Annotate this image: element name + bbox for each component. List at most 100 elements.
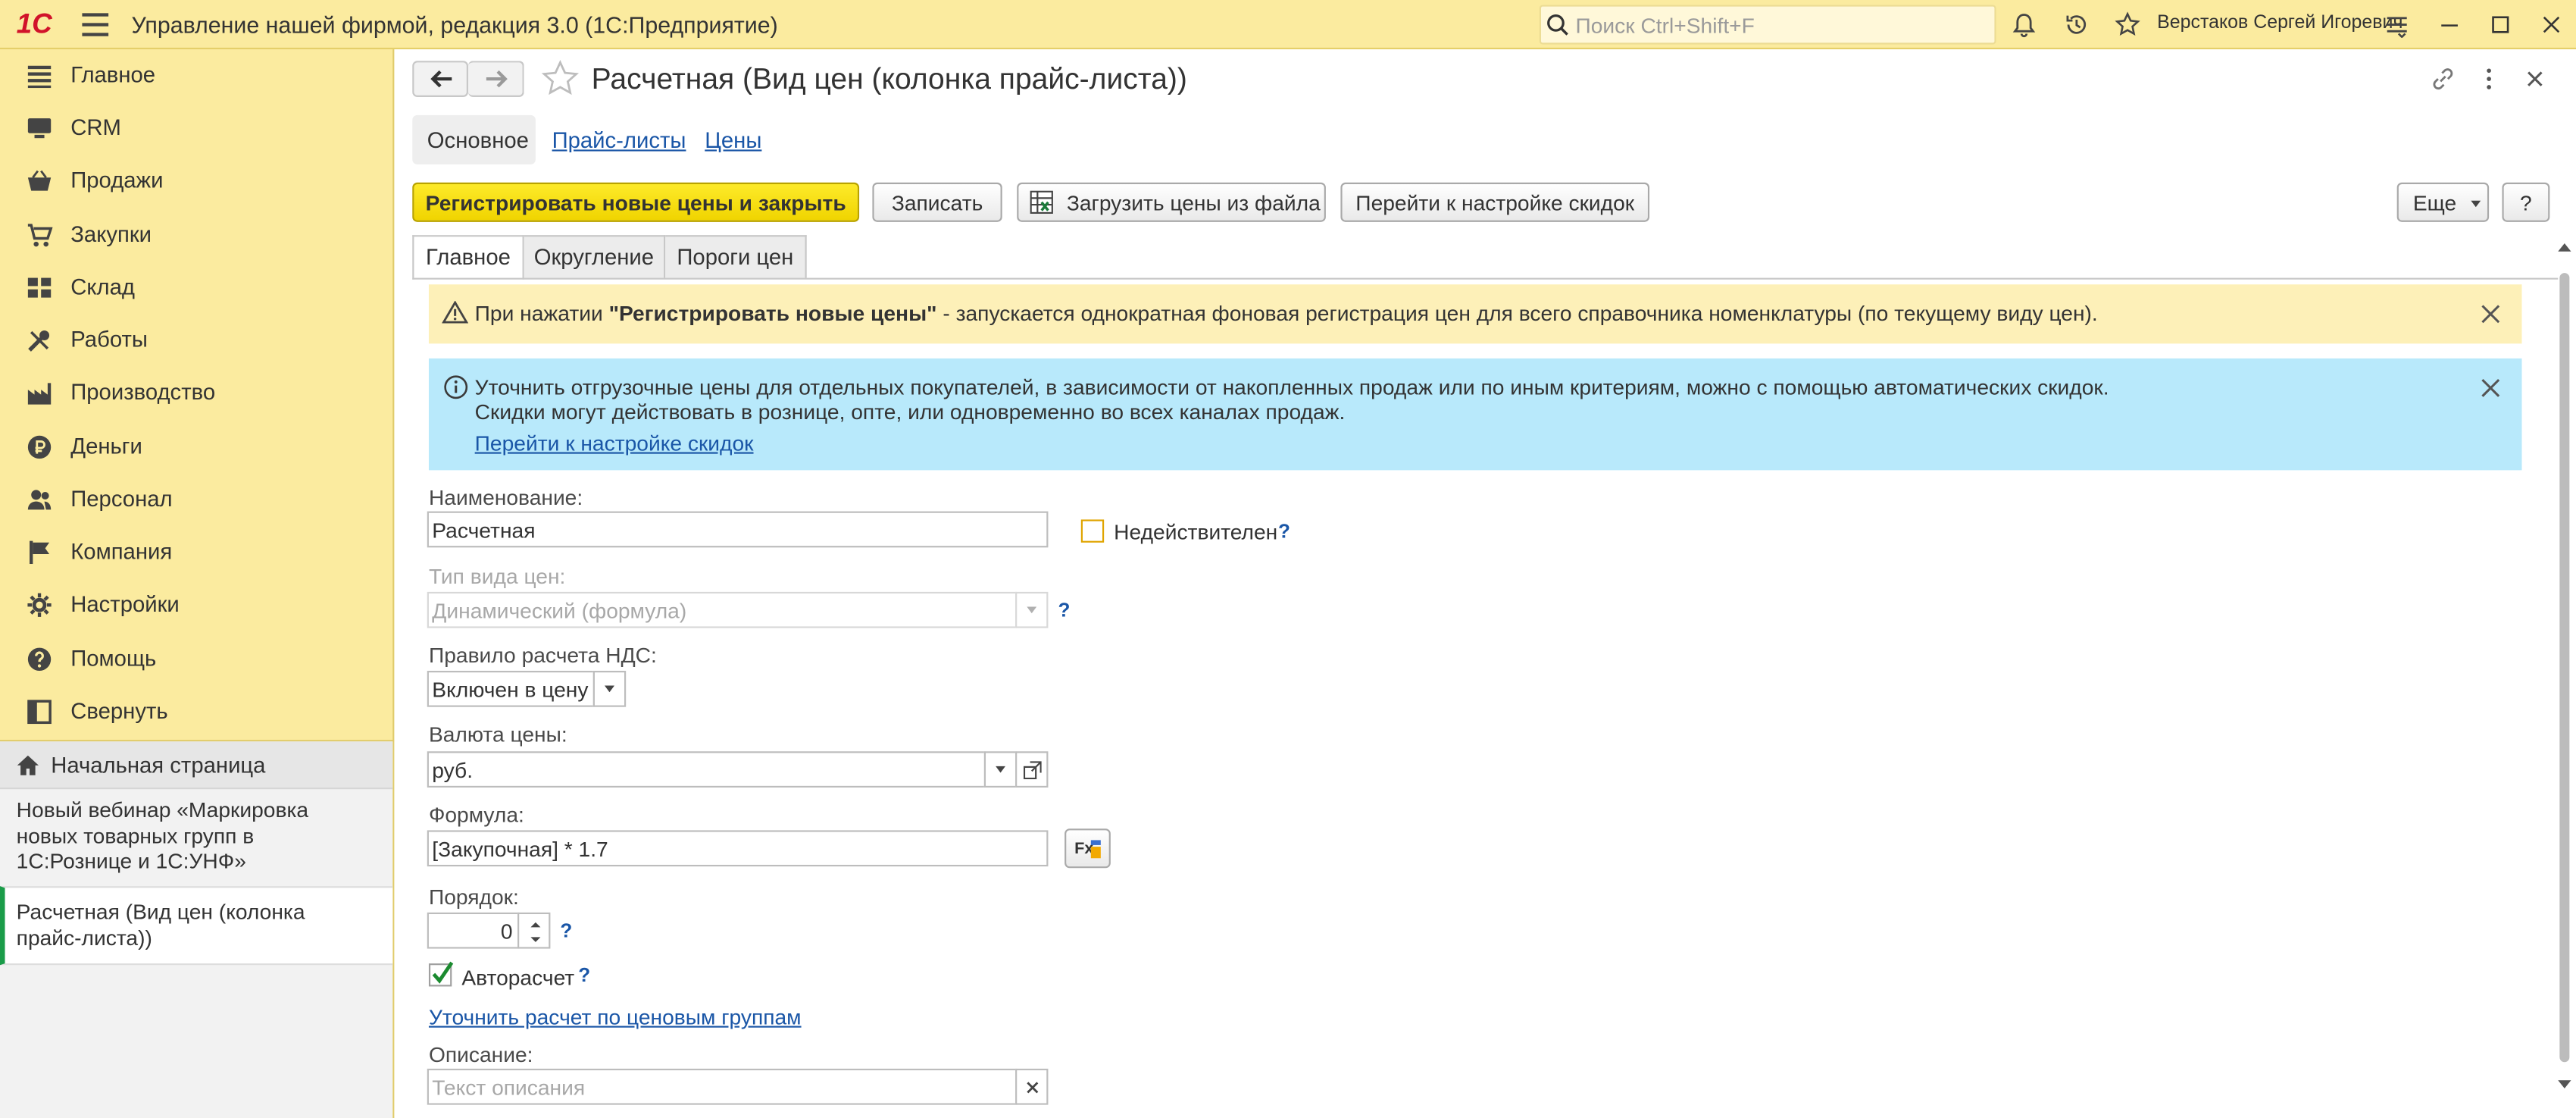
app-window: 1С Управление нашей фирмой, редакция 3.0… — [0, 0, 2576, 1118]
more-vertical-icon[interactable] — [2476, 66, 2503, 92]
price-type-select[interactable]: Динамический (формула) — [427, 591, 1018, 628]
sidebar-item-collapse[interactable]: Свернуть — [0, 686, 394, 738]
sidebar-item-main[interactable]: Главное — [0, 49, 394, 102]
flag-icon — [30, 540, 50, 565]
tab-general[interactable]: Главное — [412, 235, 524, 280]
open-window-current[interactable]: Расчетная (Вид цен (колонка прайс-листа)… — [0, 886, 393, 966]
tab-main[interactable]: Основное — [412, 114, 536, 164]
close-warning-icon[interactable] — [2481, 304, 2500, 324]
info-discounts-link[interactable]: Перейти к настройке скидок — [475, 431, 754, 456]
sidebar-item-label: Производство — [70, 380, 216, 405]
search-icon — [1547, 14, 1568, 36]
autocalc-help[interactable]: ? — [578, 963, 590, 986]
warning-bold: "Регистрировать новые цены" — [608, 300, 937, 326]
global-search[interactable] — [1539, 5, 1996, 45]
warning-icon — [442, 300, 468, 324]
warning-text: При нажатии "Регистрировать новые цены" … — [475, 301, 2098, 326]
link-icon[interactable] — [2430, 66, 2456, 92]
collapse-icon — [27, 700, 52, 725]
minimize-icon[interactable] — [2437, 11, 2463, 38]
currency-open-button[interactable] — [1015, 751, 1049, 788]
scroll-down-icon[interactable] — [2558, 1080, 2571, 1090]
inactive-help[interactable]: ? — [1278, 519, 1290, 542]
close-info-icon[interactable] — [2481, 378, 2500, 398]
sidebar-item-settings[interactable]: Настройки — [0, 579, 394, 631]
dropdown-arrow-icon — [2471, 200, 2481, 208]
help-icon — [27, 647, 52, 671]
sidebar-item-personnel[interactable]: Персонал — [0, 474, 394, 526]
sidebar-item-crm[interactable]: CRM — [0, 102, 394, 154]
clear-icon — [1027, 1082, 1039, 1094]
close-window-icon[interactable] — [2538, 11, 2565, 38]
more-menu-button[interactable]: Еще — [2396, 182, 2490, 222]
order-stepper[interactable] — [517, 912, 551, 949]
sidebar-item-production[interactable]: Производство — [0, 367, 394, 419]
grid-icon — [27, 277, 52, 298]
arrow-right-icon — [486, 70, 508, 88]
svg-text:Fx: Fx — [1074, 838, 1093, 857]
settings-menu-icon[interactable] — [2384, 11, 2410, 38]
scroll-up-icon[interactable] — [2558, 242, 2571, 252]
currency-dropdown[interactable] — [983, 751, 1018, 788]
description-clear-button[interactable] — [1015, 1068, 1049, 1105]
history-icon[interactable] — [2064, 11, 2090, 38]
save-button[interactable]: Записать — [872, 182, 1002, 222]
description-input[interactable]: Текст описания — [427, 1068, 1018, 1105]
formula-input[interactable]: [Закупочная] * 1.7 — [427, 830, 1049, 867]
vat-rule-select[interactable]: Включен в цену — [427, 670, 595, 707]
sidebar-item-label: Главное — [70, 62, 156, 87]
main-menu-icon[interactable] — [82, 13, 109, 36]
sidebar-item-works[interactable]: Работы — [0, 314, 394, 366]
name-input[interactable]: Расчетная — [427, 511, 1049, 548]
formula-editor-button[interactable]: Fx — [1064, 828, 1111, 869]
vat-rule-dropdown[interactable] — [592, 670, 627, 707]
register-prices-and-close-button[interactable]: Регистрировать новые цены и закрыть — [412, 182, 860, 222]
sidebar-item-label: Компания — [70, 539, 173, 565]
maximize-icon[interactable] — [2487, 11, 2514, 38]
close-form-icon[interactable] — [2521, 66, 2548, 92]
info-line-1: Уточнить отгрузочные цены для отдельных … — [474, 374, 2109, 400]
load-prices-from-file-button[interactable]: Загрузить цены из файла — [1017, 182, 1326, 222]
price-groups-link[interactable]: Уточнить расчет по ценовым группам — [429, 1004, 802, 1029]
sidebar-item-purchases[interactable]: Закупки — [0, 208, 394, 261]
price-type-dropdown[interactable] — [1015, 591, 1049, 628]
sidebar-item-help[interactable]: Помощь — [0, 633, 394, 685]
sidebar-item-company[interactable]: Компания — [0, 526, 394, 578]
help-button[interactable]: ? — [2502, 182, 2550, 222]
scrollbar-thumb[interactable] — [2559, 273, 2570, 1063]
sidebar-item-sales[interactable]: Продажи — [0, 155, 394, 207]
favorite-star-icon[interactable] — [540, 59, 580, 99]
tab-prices[interactable]: Цены — [705, 115, 761, 164]
vat-rule-label: Правило расчета НДС: — [428, 643, 657, 668]
search-input[interactable] — [1572, 10, 1984, 40]
bell-icon[interactable] — [2011, 11, 2037, 38]
sidebar-item-label: CRM — [70, 114, 121, 140]
arrow-left-icon — [430, 70, 452, 88]
price-type-help[interactable]: ? — [1058, 599, 1070, 622]
open-window-home-page[interactable]: Начальная страница — [0, 741, 393, 790]
order-help[interactable]: ? — [560, 919, 572, 942]
more-label: Еще — [2412, 190, 2457, 216]
tab-price-thresholds[interactable]: Пороги цен — [665, 235, 807, 278]
current-user[interactable]: Верстаков Сергей Игоревич — [2157, 13, 2402, 33]
load-prices-label: Загрузить цены из файла — [1066, 190, 1321, 216]
back-button[interactable] — [412, 61, 468, 97]
currency-select[interactable]: руб. — [427, 751, 986, 788]
favorites-star-icon[interactable] — [2115, 11, 2141, 38]
forward-button[interactable] — [467, 61, 524, 97]
open-window-webinar[interactable]: Новый вебинар «Маркировка новых товарных… — [0, 797, 329, 874]
tab-rounding[interactable]: Округление — [524, 235, 666, 278]
description-label: Описание: — [428, 1042, 533, 1067]
go-to-discounts-button[interactable]: Перейти к настройке скидок — [1340, 182, 1650, 222]
order-input[interactable]: 0 — [427, 912, 520, 949]
tab-price-lists[interactable]: Прайс-листы — [552, 115, 686, 164]
info-line-2: Скидки могут действовать в рознице, опте… — [474, 399, 1346, 424]
sidebar-item-label: Работы — [70, 327, 148, 352]
inactive-checkbox[interactable] — [1080, 519, 1105, 543]
factory-icon — [27, 383, 52, 405]
sidebar-item-warehouse[interactable]: Склад — [0, 261, 394, 314]
autocalc-checkbox[interactable] — [428, 961, 454, 987]
open-windows-panel: Начальная страница Новый вебинар «Маркир… — [0, 741, 393, 1118]
list-icon — [27, 65, 52, 89]
sidebar-item-money[interactable]: Деньги — [0, 421, 394, 473]
